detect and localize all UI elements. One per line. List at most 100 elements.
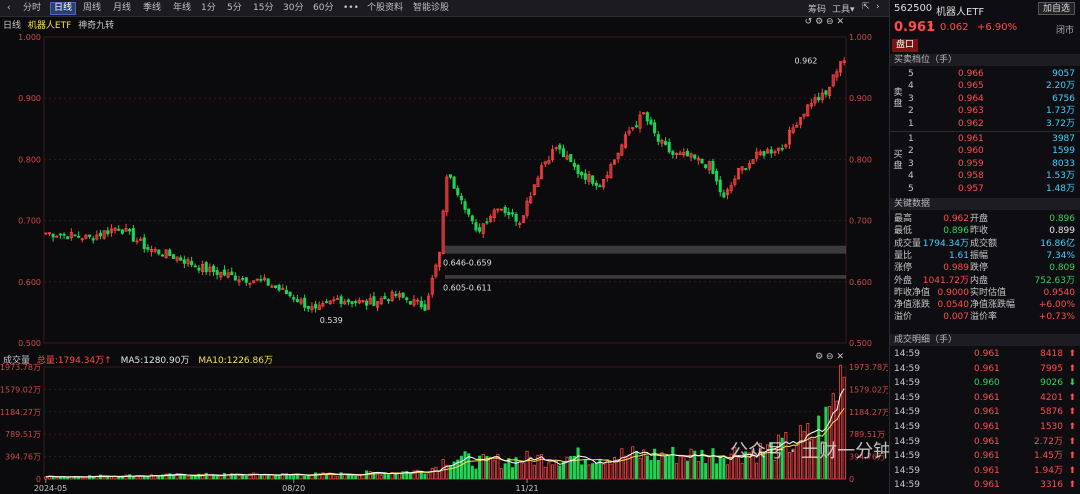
trade-row: 14:59 0.961 3316 ⬆ — [890, 479, 1080, 491]
settings-icon[interactable]: ⚙ — [815, 17, 823, 27]
tab-period-9[interactable]: 30分 — [280, 2, 306, 15]
tab-order-book[interactable]: 盘口 — [892, 39, 919, 52]
back-chevron-icon[interactable]: ‹ — [4, 2, 14, 15]
volume-bar — [489, 457, 493, 480]
stats-row: 涨停 0.989 跌停 0.809 — [890, 262, 1080, 274]
tab-period-5[interactable]: 年线 — [170, 2, 194, 15]
sell-level-row[interactable]: 2 0.963 1.73万 — [890, 105, 1080, 117]
volume-bar — [350, 474, 354, 480]
chip-button[interactable]: 筹码 — [808, 2, 826, 15]
close-icon[interactable]: ✕ — [836, 17, 844, 27]
tab-period-11[interactable]: ••• — [340, 2, 362, 15]
tab-period-0[interactable]: 分时 — [20, 2, 44, 15]
tab-period-8[interactable]: 15分 — [250, 2, 276, 15]
sell-level-price: 0.966 — [958, 69, 984, 79]
buy-side-label: 买盘 — [893, 150, 903, 171]
volume-minus-icon[interactable]: ⊖ — [826, 352, 834, 362]
candle-body — [128, 228, 132, 232]
buy-level-row[interactable]: 4 0.958 1.53万 — [890, 170, 1080, 182]
reset-icon[interactable]: ↺ — [805, 17, 813, 27]
sell-level-row[interactable]: 1 0.962 3.72万 — [890, 118, 1080, 130]
candle-body — [423, 304, 427, 311]
volume-bar — [565, 456, 569, 480]
add-watchlist-button[interactable]: 加自选 — [1037, 2, 1075, 15]
chevron-right-icon[interactable]: › — [876, 2, 880, 12]
price-tick-label-left: 0.600 — [18, 278, 41, 287]
price-tick-label-right: 0.700 — [849, 217, 872, 226]
volume-bar — [842, 376, 846, 480]
volume-bar — [704, 463, 708, 480]
volume-bar — [631, 446, 635, 480]
volume-settings-icon[interactable]: ⚙ — [815, 352, 823, 362]
volume-bar — [386, 474, 391, 480]
minus-icon[interactable]: ⊖ — [826, 17, 834, 27]
tab-period-1[interactable]: 日线 — [50, 2, 77, 15]
tab-period-3[interactable]: 月线 — [110, 2, 134, 15]
buy-level-row[interactable]: 5 0.957 1.48万 — [890, 183, 1080, 195]
stat-value: +6.00% — [1038, 300, 1075, 311]
price-tick-label-right: 0.500 — [849, 339, 872, 348]
tab-period-6[interactable]: 1分 — [198, 2, 219, 15]
stat-key: 振幅 — [970, 250, 989, 261]
volume-bar — [255, 473, 259, 480]
candle-body — [277, 284, 281, 291]
sell-level-volume: 2.20万 — [1045, 81, 1075, 92]
sell-level-row[interactable]: 5 0.966 9057 — [890, 68, 1080, 80]
sell-level-num: 4 — [908, 81, 914, 92]
volume-tick-label-left: 0 — [36, 475, 41, 484]
stats-row: 量比 1.61 振幅 7.34% — [890, 250, 1080, 262]
tab-period-13[interactable]: 智能诊股 — [410, 2, 452, 15]
tab-period-4[interactable]: 季线 — [140, 2, 164, 15]
candle-body — [66, 236, 70, 240]
tab-period-7[interactable]: 5分 — [224, 2, 245, 15]
trade-price: 0.961 — [974, 436, 1000, 447]
stat-value: 0.0540 — [937, 300, 970, 311]
volume-bar — [182, 475, 186, 480]
tools-menu-button[interactable]: 工具▾ — [832, 2, 855, 15]
volume-bar — [689, 448, 693, 480]
volume-bar — [80, 477, 84, 480]
candle-body — [685, 150, 689, 157]
candle-body — [653, 122, 657, 134]
stat-value: 1041.72万 — [922, 275, 969, 286]
stat-key: 最低 — [894, 226, 913, 237]
candle-body — [106, 230, 110, 235]
volume-bar — [365, 470, 369, 480]
volume-bar — [525, 450, 529, 480]
volume-bar — [594, 463, 598, 480]
volume-close-icon[interactable]: ✕ — [836, 352, 844, 362]
candle-body — [259, 278, 263, 281]
buy-level-row[interactable]: 3 0.959 8033 — [890, 158, 1080, 170]
candle-body — [160, 254, 165, 257]
price-tick-label-left: 0.500 — [18, 339, 41, 348]
volume-bar — [470, 465, 474, 480]
candle-body — [288, 291, 292, 297]
chart-controls: ↺ ⚙ ⊖ ✕ — [805, 17, 844, 27]
candle-body — [284, 289, 288, 295]
kline-chart[interactable]: 1.000 1.000 0.900 0.900 0.800 0.800 0.700 0.700… — [0, 17, 891, 494]
tab-period-2[interactable]: 周线 — [80, 2, 104, 15]
date-label: 11/21 — [515, 484, 538, 493]
buy-level-row[interactable]: 2 0.960 1599 — [890, 145, 1080, 157]
sell-level-row[interactable]: 3 0.964 6756 — [890, 93, 1080, 105]
candle-body — [306, 305, 310, 309]
tab-period-10[interactable]: 60分 — [310, 2, 336, 15]
stat-key: 昨收净值 — [894, 287, 931, 298]
tab-period-12[interactable]: 个股资料 — [364, 2, 406, 15]
stat-key: 开盘 — [970, 214, 989, 224]
up-arrow-icon: ⬆ — [1068, 436, 1076, 447]
buy-level-price: 0.959 — [958, 158, 984, 169]
volume-bar — [540, 454, 544, 480]
sell-level-row[interactable]: 4 0.965 2.20万 — [890, 80, 1080, 92]
price-change-pct: +6.90% — [977, 22, 1018, 33]
collapse-icon[interactable]: ⇱ — [862, 2, 870, 12]
candle-body — [718, 179, 722, 193]
volume-tick-label-right: 1973.78万 — [849, 363, 888, 372]
kline-svg[interactable]: 1.000 1.000 0.900 0.900 0.800 0.800 0.700 0.700… — [0, 17, 888, 494]
volume-bar — [354, 475, 358, 480]
volume-bar — [306, 475, 310, 480]
candle-body — [120, 229, 124, 234]
candle-body — [230, 271, 234, 276]
buy-level-row[interactable]: 1 0.961 3987 — [890, 133, 1080, 145]
range-box — [445, 245, 846, 254]
